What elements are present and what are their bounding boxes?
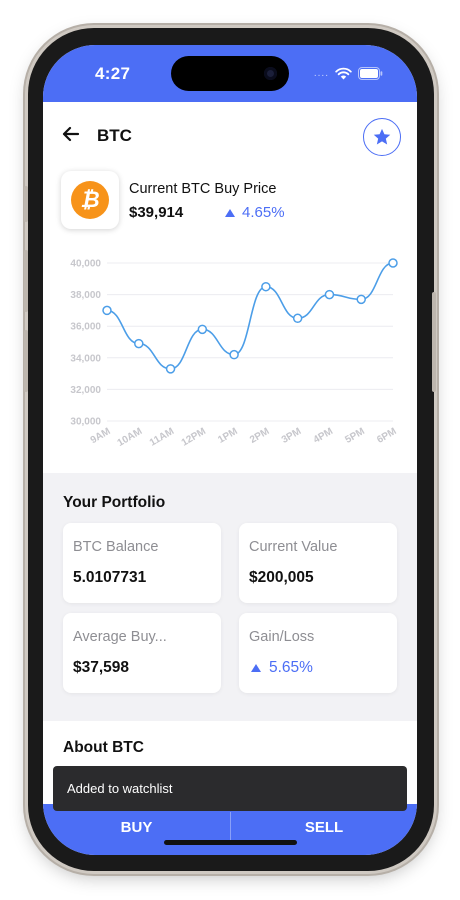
status-time: 4:27: [95, 64, 131, 83]
about-title: About BTC: [63, 739, 144, 756]
average-buy-card: Average Buy... $37,598: [63, 613, 221, 693]
camera-icon: [264, 67, 277, 80]
price-label: Current BTC Buy Price: [129, 181, 277, 197]
status-icons: ....: [314, 65, 383, 81]
volume-down-button: [24, 330, 28, 392]
data-point: [261, 281, 271, 292]
trade-bar: BUY SELL: [43, 804, 417, 855]
x-tick-label: 1PM: [216, 426, 239, 446]
data-point: [134, 338, 144, 349]
arrow-left-icon[interactable]: [61, 124, 81, 144]
x-tick-label: 9AM: [89, 426, 113, 446]
gain-loss-card: Gain/Loss 5.65%: [239, 613, 397, 693]
coin-logo-card: ₿: [61, 171, 119, 229]
header: BTC: [43, 102, 417, 164]
battery-icon: [358, 66, 383, 80]
data-point: [197, 324, 208, 335]
y-tick-label: 38,000: [70, 290, 101, 301]
card-value: $200,005: [249, 569, 314, 586]
action-button: [24, 186, 28, 222]
x-tick-label: 12PM: [180, 426, 208, 449]
card-label: Gain/Loss: [249, 629, 315, 645]
triangle-up-icon: [225, 208, 235, 217]
app-screen: 4:27 .... BTC ₿ Current BTC Buy Price $3…: [43, 45, 417, 855]
dynamic-island: [171, 56, 289, 91]
card-value: 5.0107731: [73, 569, 147, 586]
card-label: Current Value: [249, 539, 338, 555]
portfolio-section: Your Portfolio BTC Balance 5.0107731 Cur…: [43, 473, 417, 721]
data-point: [356, 294, 366, 305]
price-chart: 30,000 32,000 34,000 36,000 38,000 40,000 9AM 1…: [43, 245, 417, 473]
status-bar: 4:27 ....: [43, 45, 417, 102]
data-point: [292, 313, 303, 324]
card-label: Average Buy...: [73, 629, 167, 645]
price-value: $39,914: [129, 204, 184, 221]
portfolio-title: Your Portfolio: [63, 494, 166, 511]
x-tick-label: 4PM: [312, 426, 335, 446]
toast-notification: Added to watchlist: [53, 766, 407, 811]
y-tick-label: 40,000: [70, 259, 101, 270]
x-tick-label: 10AM: [116, 426, 145, 449]
card-value: $37,598: [73, 659, 130, 676]
gain-loss-change: 5.65%: [251, 659, 313, 677]
y-tick-label: 36,000: [70, 322, 101, 333]
data-point: [165, 364, 176, 374]
btc-balance-card: BTC Balance 5.0107731: [63, 523, 221, 603]
card-value: 5.65%: [269, 659, 313, 676]
star-icon: [373, 128, 391, 145]
y-tick-label: 30,000: [70, 417, 101, 428]
x-tick-label: 11AM: [148, 426, 176, 449]
x-tick-label: 2PM: [248, 426, 271, 446]
y-tick-label: 32,000: [70, 385, 101, 396]
data-point: [388, 258, 398, 268]
favorite-button[interactable]: [363, 118, 401, 156]
triangle-up-icon: [251, 664, 261, 672]
data-point: [324, 289, 335, 300]
data-point: [102, 305, 112, 316]
series-line: [106, 262, 394, 370]
data-point: [229, 349, 239, 360]
toast-message: Added to watchlist: [67, 781, 173, 796]
signal-dots: ....: [313, 67, 329, 79]
power-button: [432, 292, 436, 392]
x-tick-label: 6PM: [375, 426, 398, 446]
x-tick-label: 3PM: [280, 426, 303, 446]
volume-up-button: [24, 250, 28, 312]
coin-summary: ₿ Current BTC Buy Price $39,914 4.65%: [61, 171, 401, 233]
y-tick-label: 34,000: [70, 353, 101, 364]
price-change: 4.65%: [225, 204, 285, 221]
x-tick-label: 5PM: [343, 426, 366, 446]
wifi-icon: [335, 67, 352, 79]
price-change-value: 4.65%: [242, 204, 285, 221]
page-title: BTC: [97, 126, 132, 145]
price-chart-svg: 30,00032,00034,00036,00038,00040,0009AM 1…: [70, 258, 399, 449]
home-indicator[interactable]: [164, 840, 297, 845]
card-label: BTC Balance: [73, 539, 159, 555]
bitcoin-icon: ₿: [71, 181, 109, 219]
current-value-card: Current Value $200,005: [239, 523, 397, 603]
